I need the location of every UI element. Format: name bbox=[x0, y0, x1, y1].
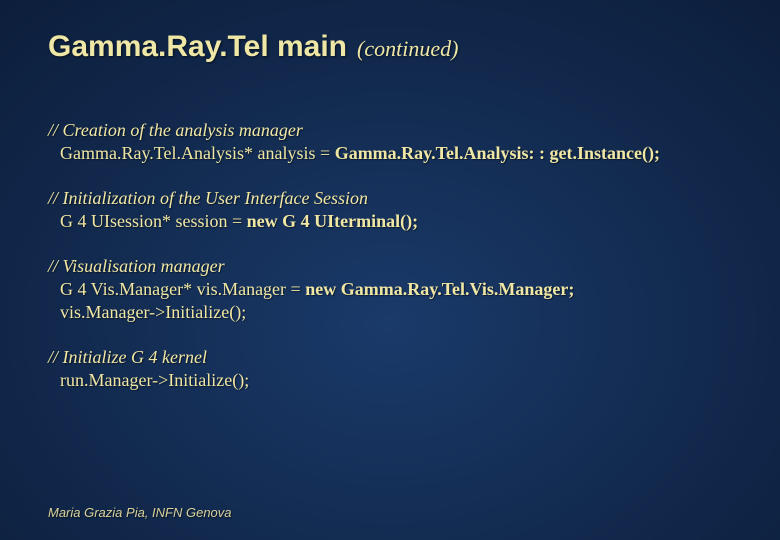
code-bold: new G 4 UIterminal(); bbox=[247, 211, 418, 231]
comment-kernel: // Initialize G 4 kernel bbox=[48, 347, 732, 368]
code-plain: G 4 Vis.Manager* vis.Manager = bbox=[60, 279, 305, 299]
code-bold: Gamma.Ray.Tel.Analysis: : get.Instance()… bbox=[335, 143, 660, 163]
title-line: Gamma.Ray.Tel main (continued) bbox=[48, 30, 732, 64]
code-plain: Gamma.Ray.Tel.Analysis* analysis = bbox=[60, 143, 335, 163]
title-sub: (continued) bbox=[357, 36, 458, 62]
code-plain: G 4 UIsession* session = bbox=[60, 211, 247, 231]
title-main: Gamma.Ray.Tel main bbox=[48, 30, 347, 64]
code-plain: vis.Manager->Initialize(); bbox=[60, 302, 246, 322]
code-line: G 4 UIsession* session = new G 4 UItermi… bbox=[60, 211, 732, 232]
block-analysis: // Creation of the analysis manager Gamm… bbox=[48, 120, 732, 164]
comment-analysis: // Creation of the analysis manager bbox=[48, 120, 732, 141]
slide: Gamma.Ray.Tel main (continued) // Creati… bbox=[0, 0, 780, 540]
block-ui-session: // Initialization of the User Interface … bbox=[48, 188, 732, 232]
code-plain: run.Manager->Initialize(); bbox=[60, 370, 249, 390]
comment-vis-manager: // Visualisation manager bbox=[48, 256, 732, 277]
block-kernel: // Initialize G 4 kernel run.Manager->In… bbox=[48, 347, 732, 391]
block-vis-manager: // Visualisation manager G 4 Vis.Manager… bbox=[48, 256, 732, 323]
code-bold: new Gamma.Ray.Tel.Vis.Manager; bbox=[305, 279, 574, 299]
footer-author: Maria Grazia Pia, INFN Genova bbox=[48, 505, 232, 520]
code-line: run.Manager->Initialize(); bbox=[60, 370, 732, 391]
comment-ui-session: // Initialization of the User Interface … bbox=[48, 188, 732, 209]
code-line: Gamma.Ray.Tel.Analysis* analysis = Gamma… bbox=[60, 143, 732, 164]
code-line: vis.Manager->Initialize(); bbox=[60, 302, 732, 323]
code-line: G 4 Vis.Manager* vis.Manager = new Gamma… bbox=[60, 279, 732, 300]
